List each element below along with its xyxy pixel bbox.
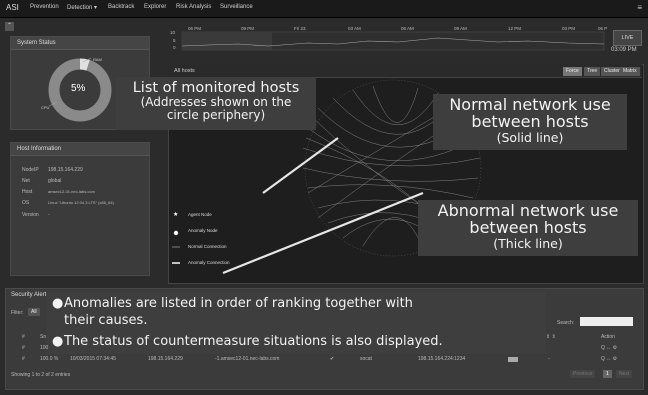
next-button[interactable]: Next xyxy=(616,370,633,378)
search-label: Search: xyxy=(557,320,575,326)
legend-icons: ★ xyxy=(172,211,180,264)
host-value-version: - xyxy=(48,212,50,218)
timeline-label: 03 PM xyxy=(562,26,576,31)
timeline-y-tick: 5 xyxy=(173,38,176,43)
row-score: 100.0 % xyxy=(40,356,59,362)
filter-select[interactable]: All xyxy=(28,308,40,316)
collapse-icon[interactable]: ⌃ xyxy=(5,22,14,31)
nav-backtrack[interactable]: Backtrack xyxy=(108,4,134,10)
hamburger-menu-icon[interactable]: ≡ xyxy=(637,3,642,12)
callout-abnormal-use: Abnormal network use between hosts (Thic… xyxy=(418,200,638,256)
legend-normal-connection: Normal Connection xyxy=(188,244,227,249)
host-key-nodeip: NodeIP xyxy=(22,167,39,173)
previous-button[interactable]: Previous xyxy=(570,370,596,378)
system-status-title: System Status xyxy=(11,37,149,50)
bullet-anomalies-line2: their causes. xyxy=(64,313,148,328)
bullet-countermeasure: The status of countermeasure situations … xyxy=(64,334,443,349)
row-ip: 198.15.164.229 xyxy=(148,356,183,362)
timeline-y-tick: 0 xyxy=(173,45,176,50)
timeline-label: 06 PM xyxy=(188,26,202,31)
host-value-nodeip: 198.15.164.229 xyxy=(48,167,83,173)
legend-anomaly-connection: Anomaly Connection xyxy=(188,260,230,265)
bullet-anomalies-line1: Anomalies are listed in order of ranking… xyxy=(64,296,413,311)
row-index: # xyxy=(22,345,25,351)
sort-icon[interactable]: ⇕ ⇕ xyxy=(546,334,556,340)
cpu-label: CPU xyxy=(41,105,50,110)
host-key-version: Version xyxy=(22,212,39,218)
col-index[interactable]: # xyxy=(22,334,25,340)
matrix-button[interactable]: Matrix xyxy=(620,67,640,76)
bullet-dot: ● xyxy=(52,334,64,349)
row-protocol: socat xyxy=(360,356,372,362)
host-key-host: Host xyxy=(22,189,33,195)
row-check: ✔ xyxy=(330,356,335,362)
svg-text:★: ★ xyxy=(173,211,178,218)
legend-anomaly-node: Anomaly Node xyxy=(188,228,218,233)
timeline-label: 09 PM xyxy=(241,26,255,31)
callout-monitored-hosts: List of monitored hosts (Addresses shown… xyxy=(116,77,316,130)
ram-label: RAM xyxy=(93,57,102,62)
page-1-button[interactable]: 1 xyxy=(603,370,612,378)
row-badge xyxy=(508,357,518,362)
showing-entries: Showing 1 to 2 of 2 entries xyxy=(11,372,71,378)
row-host: -1.amsec12-01.nec-labs.com xyxy=(215,356,280,362)
timeline-label: 06 AM xyxy=(401,26,414,31)
row-time: 10/03/2015 07:34:45 xyxy=(70,356,116,362)
force-button[interactable]: Force xyxy=(563,67,582,76)
alerts-title: Security Alerts xyxy=(11,292,50,298)
timeline-y-tick: 10 xyxy=(170,30,176,35)
row-score: 100 xyxy=(40,345,49,351)
host-info-panel: Host Information xyxy=(10,142,150,276)
row-dest: 198.15.164.224:1234 xyxy=(418,356,466,362)
nav-surveillance[interactable]: Surveillance xyxy=(220,4,253,10)
nav-detection[interactable]: Detection ▾ xyxy=(67,4,97,11)
nav-explorer[interactable]: Explorer xyxy=(144,4,166,10)
row-actions[interactable]: Q ↔ ⚙ xyxy=(601,356,617,362)
timeline-label: 09 AM xyxy=(454,26,467,31)
timeline-label: 12 PM xyxy=(508,26,522,31)
search-input[interactable] xyxy=(580,317,633,326)
tree-button[interactable]: Tree xyxy=(584,67,601,76)
bullet-dot: ● xyxy=(52,296,64,311)
callout-normal-use: Normal network use between hosts (Solid … xyxy=(433,94,627,150)
nav-prevention[interactable]: Prevention xyxy=(30,4,59,10)
timeline-label: 06 P xyxy=(598,26,608,31)
host-value-host: amsec12-01.nec-labs.com xyxy=(48,189,95,194)
host-key-net: Net xyxy=(22,178,30,184)
host-info-title: Host Information xyxy=(11,143,149,156)
row-dash: - xyxy=(548,356,550,362)
nav-risk-analysis[interactable]: Risk Analysis xyxy=(176,4,211,10)
top-navbar: ASI Prevention Detection ▾ Backtrack Exp… xyxy=(0,0,648,18)
col-action[interactable]: Action xyxy=(601,334,615,340)
brand-logo[interactable]: ASI xyxy=(6,3,19,12)
col-score[interactable]: Sn xyxy=(40,334,46,340)
row-actions[interactable]: Q ↔ ⚙ xyxy=(601,345,617,351)
host-value-net: global xyxy=(48,178,62,184)
timeline-label: Fri 23 xyxy=(294,26,306,31)
timeline-label: 03 AM xyxy=(348,26,361,31)
host-key-os: OS xyxy=(22,200,30,206)
graph-title: All hosts xyxy=(174,68,195,74)
host-value-os: Linux "Ubuntu 12.04.3 LTS" (x86_64) xyxy=(48,200,114,205)
status-percent: 5% xyxy=(71,83,86,94)
filter-label: Filter: xyxy=(11,310,24,316)
row-index: # xyxy=(22,356,25,362)
clock-display: 03:09 PM xyxy=(611,47,637,53)
legend-agent-node: Agent Node xyxy=(188,212,212,217)
live-button[interactable]: LIVE xyxy=(613,30,642,46)
timeline-chart[interactable]: 06 PM 09 PM Fri 23 03 AM 06 AM 09 AM 12 … xyxy=(168,26,608,52)
